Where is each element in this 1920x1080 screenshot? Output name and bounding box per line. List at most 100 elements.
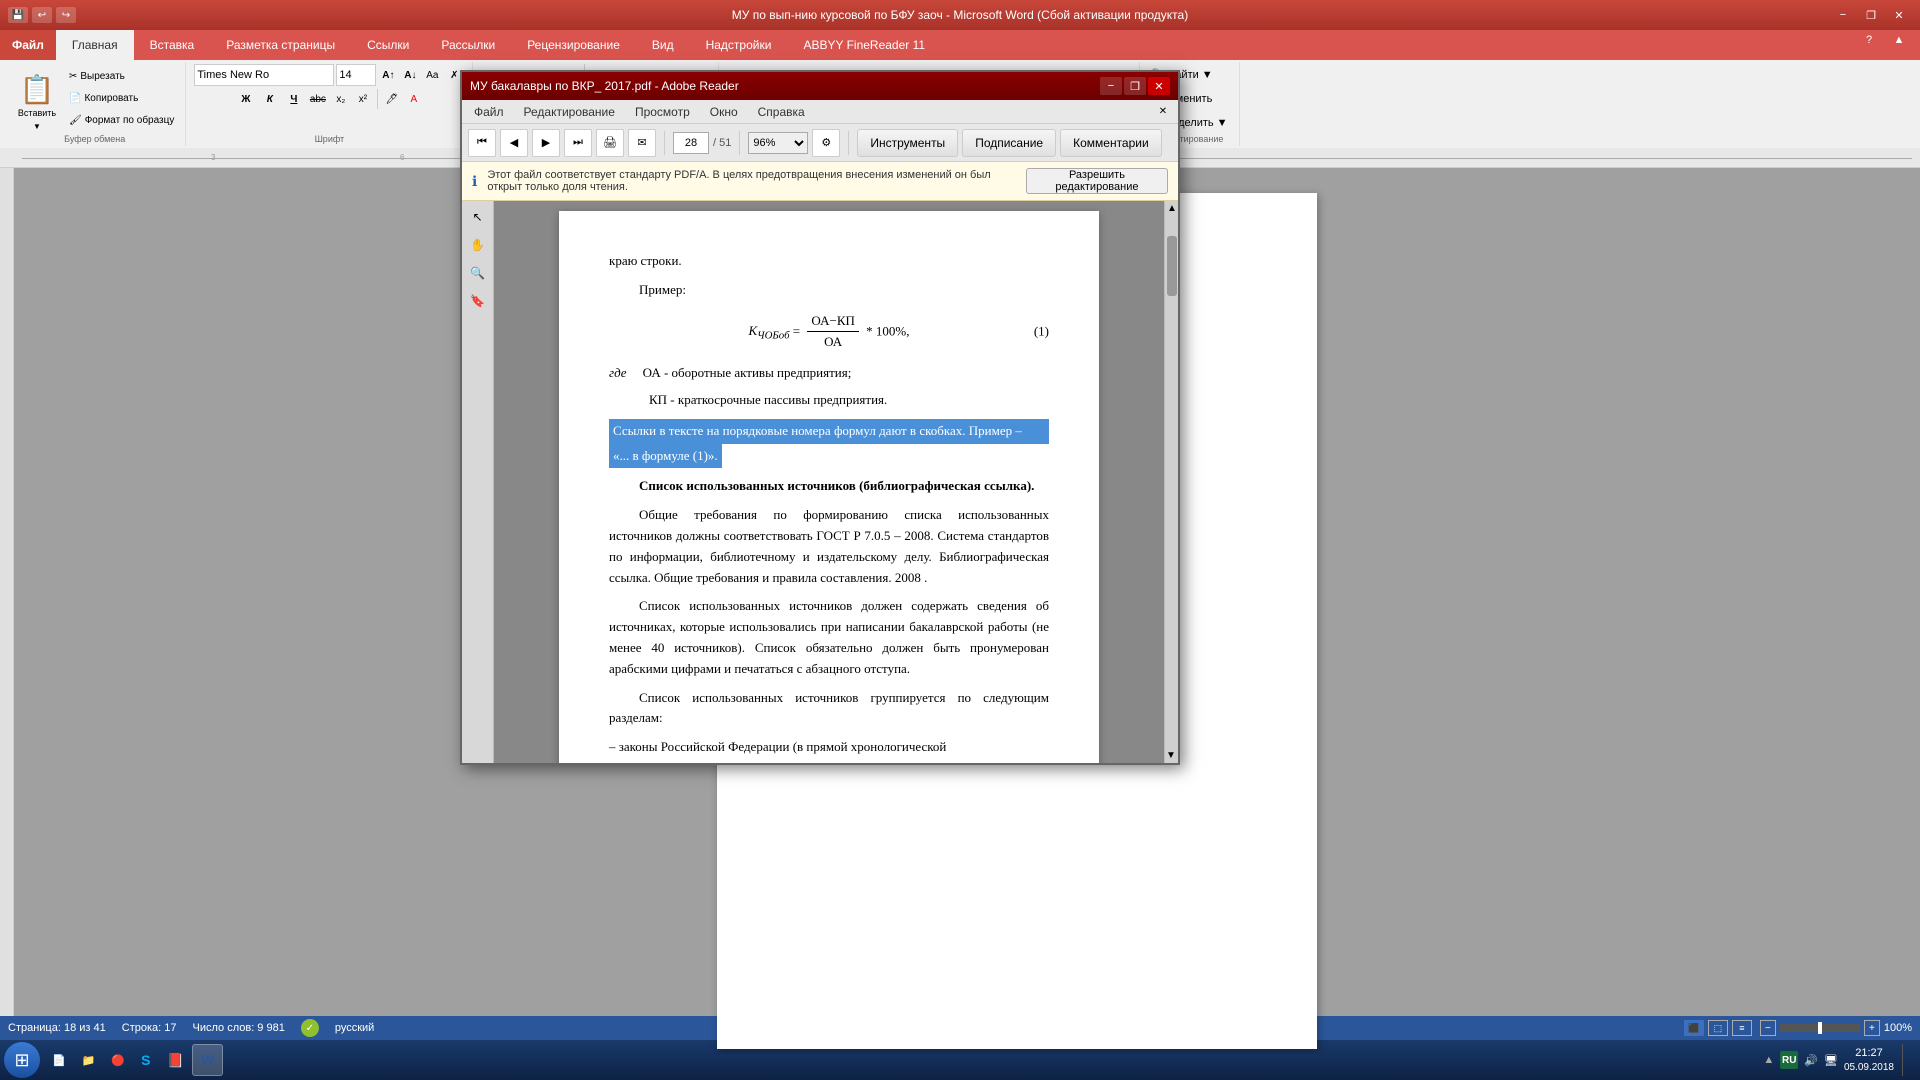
clock-time: 21:27 xyxy=(1844,1046,1894,1060)
view-web-button[interactable]: ⬚ xyxy=(1708,1020,1728,1036)
word-left-margin xyxy=(0,168,14,1054)
adobe-tool-hand[interactable]: ✋ xyxy=(466,233,490,257)
tab-mailings[interactable]: Рассылки xyxy=(425,30,511,60)
tray-network-icon[interactable]: 🖥 xyxy=(1824,1054,1838,1067)
start-button[interactable]: ⊞ xyxy=(4,1042,40,1078)
adobe-menu-view[interactable]: Просмотр xyxy=(631,103,694,121)
allow-edit-button[interactable]: Разрешить редактирование xyxy=(1026,168,1168,194)
word-quick-access[interactable]: 💾 ↩ ↪ xyxy=(8,7,76,23)
taskbar-item-2[interactable]: 🔴 xyxy=(103,1044,133,1076)
adobe-nav-prev[interactable]: ◀ xyxy=(500,129,528,157)
highlight-button[interactable]: 🖊 xyxy=(382,89,402,109)
spell-check-icon[interactable]: ✓ xyxy=(301,1019,319,1037)
view-outline-button[interactable]: ≡ xyxy=(1732,1020,1752,1036)
subscript-button[interactable]: x₂ xyxy=(331,89,351,109)
format-painter-button[interactable]: 🖌 Формат по образцу xyxy=(66,110,177,130)
adobe-window-controls[interactable]: − ❐ ✕ xyxy=(1100,77,1170,95)
scroll-thumb[interactable] xyxy=(1167,236,1177,296)
underline-button[interactable]: Ч xyxy=(283,89,305,109)
adobe-menu-help[interactable]: Справка xyxy=(754,103,809,121)
tab-page-layout[interactable]: Разметка страницы xyxy=(210,30,351,60)
clock-date: 05.09.2018 xyxy=(1844,1061,1894,1074)
font-size-input[interactable] xyxy=(336,64,376,86)
scroll-down-btn[interactable]: ▼ xyxy=(1164,750,1178,761)
scroll-up-btn[interactable]: ▲ xyxy=(1165,201,1178,216)
zoom-slider[interactable] xyxy=(1780,1024,1860,1032)
taskbar-item-word[interactable]: W xyxy=(192,1044,223,1076)
page-total: / 51 xyxy=(713,137,731,149)
taskbar-item-4[interactable]: 📕 xyxy=(158,1044,191,1076)
tray-volume-icon[interactable]: 🔊 xyxy=(1804,1054,1818,1067)
adobe-nav-first[interactable]: ⏮ xyxy=(468,129,496,157)
view-buttons[interactable]: ⬛ ⬚ ≡ xyxy=(1684,1020,1752,1036)
taskbar-item-1[interactable]: 📁 xyxy=(74,1044,104,1076)
adobe-print[interactable]: 🖨 xyxy=(596,129,624,157)
tray-ru-icon[interactable]: RU xyxy=(1780,1051,1798,1069)
zoom-in-button[interactable]: + xyxy=(1864,1020,1880,1036)
redo-icon[interactable]: ↪ xyxy=(56,7,76,23)
strikethrough-button[interactable]: abc xyxy=(307,89,329,109)
adobe-tool-bookmark[interactable]: 🔖 xyxy=(466,289,490,313)
italic-button[interactable]: К xyxy=(259,89,281,109)
cut-button[interactable]: ✂ Вырезать xyxy=(66,66,177,86)
ribbon-minimize[interactable]: ▲ xyxy=(1886,30,1912,50)
adobe-nav-last[interactable]: ⏭ xyxy=(564,129,592,157)
font-case-button[interactable]: Aa xyxy=(422,65,442,85)
font-color-button[interactable]: A xyxy=(404,89,424,109)
info-icon: ℹ xyxy=(472,173,477,190)
zoom-out-button[interactable]: − xyxy=(1760,1020,1776,1036)
tab-review[interactable]: Рецензирование xyxy=(511,30,636,60)
font-group: A↑ A↓ Aa ✗ Ж К Ч abc x₂ x² 🖊 A Шрифт xyxy=(186,62,473,146)
undo-icon[interactable]: ↩ xyxy=(32,7,52,23)
tab-insert[interactable]: Вставка xyxy=(134,30,211,60)
adobe-scrollbar[interactable]: ▲ ▼ xyxy=(1164,201,1178,763)
zoom-select[interactable]: 96% 100% 75% 125% xyxy=(748,132,808,154)
word-minimize[interactable]: − xyxy=(1830,5,1856,25)
view-print-button[interactable]: ⬛ xyxy=(1684,1020,1704,1036)
tab-abbyy[interactable]: ABBYY FineReader 11 xyxy=(787,30,941,60)
grow-font-button[interactable]: A↑ xyxy=(378,65,398,85)
adobe-sign-button[interactable]: Подписание xyxy=(962,129,1056,157)
zoom-options[interactable]: ⚙ xyxy=(812,129,840,157)
zoom-control[interactable]: − + 100% xyxy=(1760,1020,1912,1036)
paste-button[interactable]: 📋 Вставить xyxy=(12,66,62,126)
adobe-tool-cursor[interactable]: ↖ xyxy=(466,205,490,229)
taskbar-item-0[interactable]: 📄 xyxy=(44,1044,74,1076)
adobe-menubar-close[interactable]: ✕ xyxy=(1156,105,1170,119)
word-close[interactable]: ✕ xyxy=(1886,5,1912,25)
tab-view[interactable]: Вид xyxy=(636,30,690,60)
language[interactable]: русский xyxy=(335,1022,374,1034)
superscript-button[interactable]: x² xyxy=(353,89,373,109)
word-count: Число слов: 9 981 xyxy=(193,1022,285,1034)
taskbar-icon-word: W xyxy=(201,1052,214,1068)
adobe-titlebar: МУ бакалавры по ВКР_ 2017.pdf - Adobe Re… xyxy=(462,72,1178,100)
tray-arrow[interactable]: ▲ xyxy=(1763,1054,1774,1066)
tab-file[interactable]: Файл xyxy=(0,30,56,60)
adobe-email[interactable]: ✉ xyxy=(628,129,656,157)
page-number-input[interactable] xyxy=(673,132,709,154)
show-desktop-btn[interactable] xyxy=(1902,1044,1908,1076)
adobe-menu-edit[interactable]: Редактирование xyxy=(520,103,619,121)
word-restore[interactable]: ❐ xyxy=(1858,5,1884,25)
copy-button[interactable]: 📄 Копировать xyxy=(66,88,177,108)
tab-references[interactable]: Ссылки xyxy=(351,30,425,60)
adobe-nav-next[interactable]: ▶ xyxy=(532,129,560,157)
word-window-controls[interactable]: − ❐ ✕ xyxy=(1830,5,1912,25)
pdf-page[interactable]: краю строки. Пример: КЧОБоб = ОА−КП ОА *… xyxy=(559,211,1099,763)
tab-addins[interactable]: Надстройки xyxy=(690,30,788,60)
adobe-close[interactable]: ✕ xyxy=(1148,77,1170,95)
adobe-minimize[interactable]: − xyxy=(1100,77,1122,95)
ribbon-help[interactable]: ? xyxy=(1856,30,1882,50)
save-icon[interactable]: 💾 xyxy=(8,7,28,23)
bold-button[interactable]: Ж xyxy=(235,89,257,109)
taskbar-item-3[interactable]: S xyxy=(133,1044,158,1076)
adobe-tool-zoom[interactable]: 🔍 xyxy=(466,261,490,285)
adobe-tools-button[interactable]: Инструменты xyxy=(857,129,958,157)
shrink-font-button[interactable]: A↓ xyxy=(400,65,420,85)
adobe-menu-file[interactable]: Файл xyxy=(470,103,508,121)
adobe-comments-button[interactable]: Комментарии xyxy=(1060,129,1162,157)
tab-home[interactable]: Главная xyxy=(56,30,134,60)
adobe-menu-window[interactable]: Окно xyxy=(706,103,742,121)
font-name-input[interactable] xyxy=(194,64,334,86)
adobe-restore[interactable]: ❐ xyxy=(1124,77,1146,95)
